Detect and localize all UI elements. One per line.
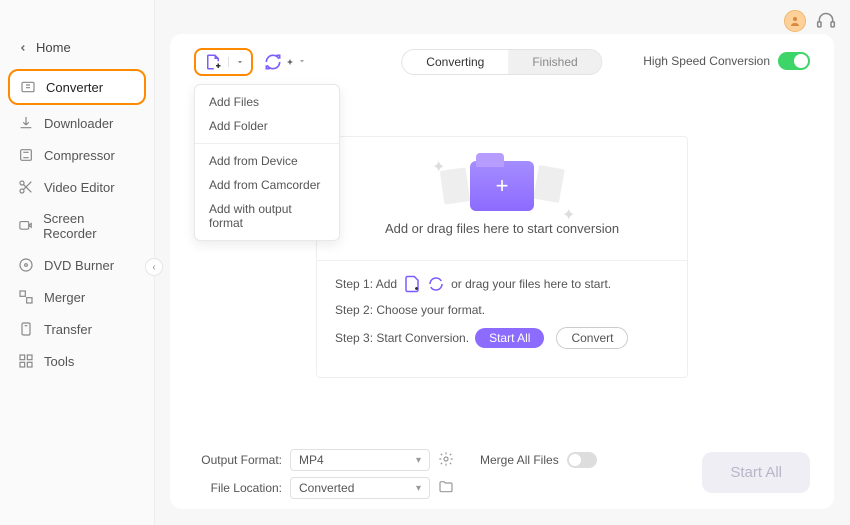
add-file-icon <box>196 53 228 71</box>
tab-converting[interactable]: Converting <box>402 50 508 74</box>
sidebar-item-compressor[interactable]: Compressor <box>0 139 154 171</box>
sidebar-label: Video Editor <box>44 180 115 195</box>
sidebar-item-merger[interactable]: Merger <box>0 281 154 313</box>
sidebar-label: Compressor <box>44 148 115 163</box>
sidebar-item-screen-recorder[interactable]: Screen Recorder <box>0 203 154 249</box>
start-all-button[interactable]: Start All <box>702 452 810 493</box>
drop-zone[interactable]: + ✦✦ Add or drag files here to start con… <box>316 136 688 378</box>
merger-icon <box>18 289 34 305</box>
menu-add-folder[interactable]: Add Folder <box>195 114 339 138</box>
transfer-icon <box>18 321 34 337</box>
chevron-down-icon <box>297 53 307 71</box>
menu-add-device[interactable]: Add from Device <box>195 149 339 173</box>
high-speed-label: High Speed Conversion <box>643 54 770 68</box>
output-format-label: Output Format: <box>194 453 282 467</box>
start-all-pill[interactable]: Start All <box>475 328 544 348</box>
sidebar-label: Tools <box>44 354 74 369</box>
high-speed-toggle: High Speed Conversion <box>643 52 810 70</box>
merge-label: Merge All Files <box>480 453 559 467</box>
sidebar-label: DVD Burner <box>44 258 114 273</box>
disc-icon <box>18 257 34 273</box>
sidebar-label: Transfer <box>44 322 92 337</box>
sidebar-label: Downloader <box>44 116 113 131</box>
main-panel: Converting Finished High Speed Conversio… <box>170 34 834 509</box>
add-files-dropdown: Add Files Add Folder Add from Device Add… <box>194 84 340 241</box>
rotate-icon <box>427 275 445 293</box>
sidebar-label: Merger <box>44 290 85 305</box>
sidebar-label: Converter <box>46 80 103 95</box>
menu-add-files[interactable]: Add Files <box>195 90 339 114</box>
rotate-icon <box>263 52 283 72</box>
step-3: Step 3: Start Conversion. Start All Conv… <box>335 327 669 349</box>
sidebar: Home Converter Downloader Compressor Vid… <box>0 0 155 525</box>
recorder-icon <box>18 218 33 234</box>
status-tabs: Converting Finished <box>401 49 602 75</box>
folder-illustration: + ✦✦ <box>335 161 669 211</box>
step-1: Step 1: Add or drag your files here to s… <box>335 275 669 293</box>
output-format-select[interactable]: MP4▾ <box>290 449 430 471</box>
drop-message: Add or drag files here to start conversi… <box>335 221 669 236</box>
convert-pill[interactable]: Convert <box>556 327 628 349</box>
file-location-label: File Location: <box>194 481 282 495</box>
merge-toggle[interactable] <box>567 452 597 468</box>
scissors-icon <box>18 179 34 195</box>
collapse-sidebar[interactable]: ‹ <box>145 258 163 276</box>
sidebar-item-video-editor[interactable]: Video Editor <box>0 171 154 203</box>
sidebar-label: Screen Recorder <box>43 211 136 241</box>
home-label: Home <box>36 40 71 55</box>
step-2: Step 2: Choose your format. <box>335 303 669 317</box>
toggle-switch[interactable] <box>778 52 810 70</box>
menu-add-camcorder[interactable]: Add from Camcorder <box>195 173 339 197</box>
sidebar-item-converter[interactable]: Converter <box>8 69 146 105</box>
tab-finished[interactable]: Finished <box>508 50 601 74</box>
gear-icon[interactable] <box>438 451 454 470</box>
add-url-button[interactable] <box>263 52 307 72</box>
add-files-button[interactable] <box>194 48 253 76</box>
chevron-down-icon[interactable] <box>228 57 251 67</box>
home-link[interactable]: Home <box>0 32 154 63</box>
compressor-icon <box>18 147 34 163</box>
toolbar: Converting Finished High Speed Conversio… <box>194 48 810 76</box>
converter-icon <box>20 79 36 95</box>
support-icon[interactable] <box>816 11 836 31</box>
sidebar-item-downloader[interactable]: Downloader <box>0 107 154 139</box>
bottom-bar: Output Format: MP4▾ Merge All Files File… <box>194 443 810 499</box>
open-folder-icon[interactable] <box>438 479 454 498</box>
add-file-icon <box>403 275 421 293</box>
user-avatar[interactable] <box>784 10 806 32</box>
sidebar-item-transfer[interactable]: Transfer <box>0 313 154 345</box>
menu-add-format[interactable]: Add with output format <box>195 197 339 235</box>
grid-icon <box>18 353 34 369</box>
sidebar-item-tools[interactable]: Tools <box>0 345 154 377</box>
sidebar-item-dvd-burner[interactable]: DVD Burner <box>0 249 154 281</box>
download-icon <box>18 115 34 131</box>
file-location-select[interactable]: Converted▾ <box>290 477 430 499</box>
